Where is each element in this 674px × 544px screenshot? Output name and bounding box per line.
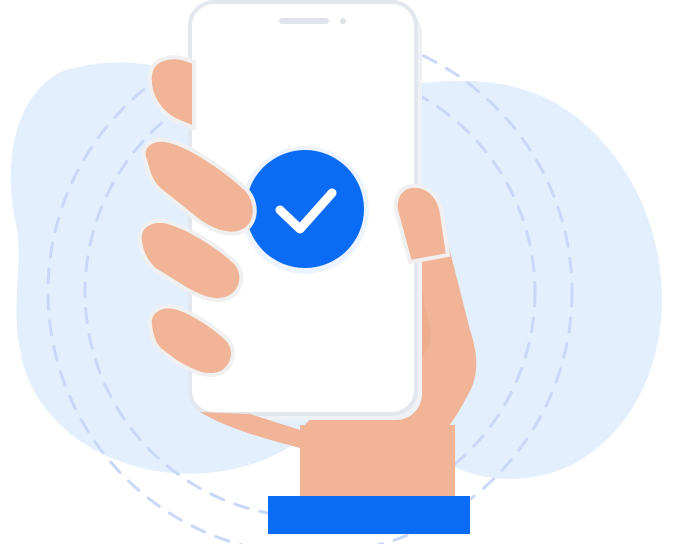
wrist <box>300 425 455 500</box>
sleeve-cuff <box>268 496 470 534</box>
phone-speaker <box>279 18 329 24</box>
hand-phone-illustration <box>10 0 662 544</box>
illustration <box>0 0 674 544</box>
check-badge <box>241 146 369 274</box>
check-circle <box>246 150 364 268</box>
phone-camera <box>340 18 346 24</box>
